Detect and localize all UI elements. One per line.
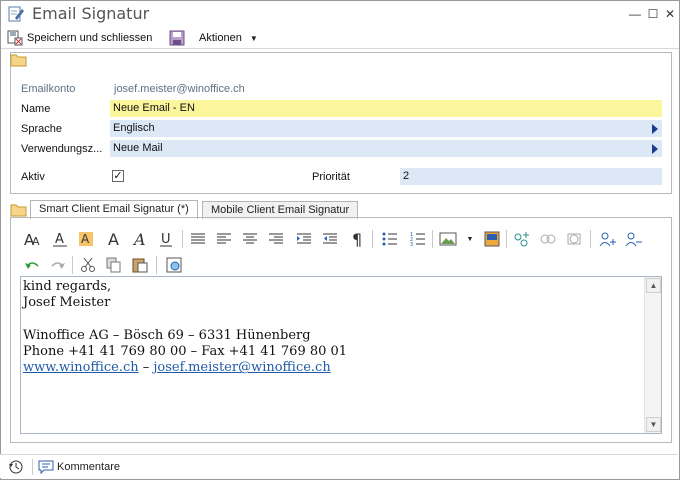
- toolbar: Speichern und schliessen Aktionen ▼: [1, 27, 679, 49]
- name-label: Name: [21, 103, 51, 115]
- signature-line: Phone +41 41 769 80 00 – Fax +41 41 769 …: [23, 344, 348, 360]
- toolbar-separator: [156, 256, 157, 274]
- signature-line: Josef Meister: [23, 295, 111, 311]
- web-preview-icon[interactable]: [164, 255, 184, 275]
- svg-text:A: A: [108, 231, 119, 247]
- comment-icon: [38, 459, 54, 475]
- editor-content[interactable]: kind regards, Josef Meister Winoffice AG…: [23, 279, 347, 377]
- bullet-list-icon[interactable]: [380, 229, 400, 249]
- align-center-icon[interactable]: [240, 229, 260, 249]
- aktiv-checkbox[interactable]: ✓: [112, 170, 124, 182]
- signature-links-line: www.winoffice.ch – josef.meister@winoffi…: [23, 360, 347, 376]
- scroll-down-button[interactable]: ▼: [646, 417, 661, 432]
- aktiv-label: Aktiv: [21, 171, 45, 183]
- align-justify-icon[interactable]: [188, 229, 208, 249]
- website-link[interactable]: www.winoffice.ch: [23, 360, 139, 375]
- link-disabled-icon: [538, 229, 558, 249]
- align-left-icon[interactable]: [214, 229, 234, 249]
- underline-icon[interactable]: U: [156, 229, 176, 249]
- prioritaet-label: Priorität: [312, 171, 350, 183]
- svg-text:¶: ¶: [352, 231, 362, 247]
- toolbar-separator: [506, 230, 507, 248]
- svg-text:A: A: [81, 232, 90, 246]
- comments-button[interactable]: Kommentare: [38, 459, 120, 475]
- undo-icon[interactable]: [22, 255, 42, 275]
- svg-text:A: A: [32, 235, 40, 247]
- toolbar-separator: [72, 256, 73, 274]
- signature-editor[interactable]: kind regards, Josef Meister Winoffice AG…: [20, 276, 662, 434]
- redo-icon: [48, 255, 68, 275]
- save-close-button[interactable]: Speichern und schliessen: [7, 29, 152, 47]
- save-button[interactable]: [169, 29, 185, 47]
- insert-field-icon[interactable]: [512, 229, 532, 249]
- highlight-color-icon[interactable]: A: [76, 229, 96, 249]
- signature-line: kind regards,: [23, 279, 112, 294]
- indent-icon[interactable]: [294, 229, 314, 249]
- verwendung-select[interactable]: Neue Mail: [110, 140, 662, 157]
- scroll-up-button[interactable]: ▲: [646, 278, 661, 293]
- save-close-icon: [7, 30, 23, 46]
- numbered-list-icon[interactable]: 123: [408, 229, 428, 249]
- comments-label: Kommentare: [57, 461, 120, 473]
- italic-icon[interactable]: A: [130, 229, 150, 249]
- paste-icon[interactable]: [130, 255, 150, 275]
- dropdown-arrow-icon: [652, 144, 658, 154]
- toolbar-separator: [372, 230, 373, 248]
- history-icon[interactable]: [8, 459, 24, 478]
- folder-icon: [10, 202, 28, 218]
- title-bar: Email Signatur — ☐ ✕: [1, 1, 679, 27]
- font-family-icon[interactable]: AA: [22, 229, 42, 249]
- copy-icon[interactable]: [104, 255, 124, 275]
- emailkonto-label: Emailkonto: [21, 83, 76, 95]
- remove-user-icon[interactable]: [624, 229, 644, 249]
- edit-document-icon: [7, 5, 25, 23]
- cut-icon[interactable]: [78, 255, 98, 275]
- chevron-down-icon[interactable]: ▼: [460, 229, 480, 249]
- maximize-button[interactable]: ☐: [646, 7, 660, 21]
- insert-image-icon[interactable]: [438, 229, 458, 249]
- link-separator: –: [138, 360, 154, 376]
- sprache-value: Englisch: [113, 122, 155, 134]
- floppy-icon: [169, 30, 185, 46]
- dropdown-arrow-icon: [652, 124, 658, 134]
- actions-label: Aktionen: [199, 32, 242, 44]
- status-bar: Kommentare: [0, 454, 678, 478]
- toolbar-separator: [590, 230, 591, 248]
- editor-scrollbar[interactable]: ▲ ▼: [644, 277, 661, 433]
- emailkonto-value: josef.meister@winoffice.ch: [114, 83, 245, 95]
- signature-line: Winoffice AG – Bösch 69 – 6331 Hünenberg: [23, 327, 311, 343]
- sprache-label: Sprache: [21, 123, 62, 135]
- svg-text:A: A: [55, 232, 64, 247]
- actions-menu-button[interactable]: Aktionen ▼: [199, 29, 258, 47]
- verwendung-label: Verwendungsz...: [21, 143, 103, 155]
- add-user-icon[interactable]: [598, 229, 618, 249]
- window-title: Email Signatur: [32, 4, 150, 23]
- align-right-icon[interactable]: [266, 229, 286, 249]
- toolbar-separator: [432, 230, 433, 248]
- editor-toolbar: AA A A A A U ¶ 123 ▼: [20, 225, 662, 277]
- pilcrow-icon[interactable]: ¶: [348, 229, 368, 249]
- settings-disabled-icon: [564, 229, 584, 249]
- prioritaet-field[interactable]: 2: [400, 168, 662, 185]
- svg-text:3: 3: [410, 242, 413, 246]
- chevron-down-icon: ▼: [249, 33, 258, 43]
- folder-icon: [10, 52, 28, 68]
- minimize-button[interactable]: —: [628, 7, 642, 21]
- toolbar-separator: [182, 230, 183, 248]
- sprache-select[interactable]: Englisch: [110, 120, 662, 137]
- save-close-label: Speichern und schliessen: [27, 32, 153, 44]
- svg-text:U: U: [161, 232, 171, 247]
- svg-text:A: A: [132, 231, 146, 247]
- close-button[interactable]: ✕: [663, 7, 677, 21]
- font-size-icon[interactable]: A: [50, 229, 70, 249]
- email-link[interactable]: josef.meister@winoffice.ch: [153, 360, 330, 375]
- name-field[interactable]: Neue Email - EN: [110, 100, 662, 117]
- font-color-icon[interactable]: A: [104, 229, 124, 249]
- status-separator: [32, 459, 33, 475]
- table-icon[interactable]: [482, 229, 502, 249]
- outdent-icon[interactable]: [320, 229, 340, 249]
- verwendung-value: Neue Mail: [113, 142, 163, 154]
